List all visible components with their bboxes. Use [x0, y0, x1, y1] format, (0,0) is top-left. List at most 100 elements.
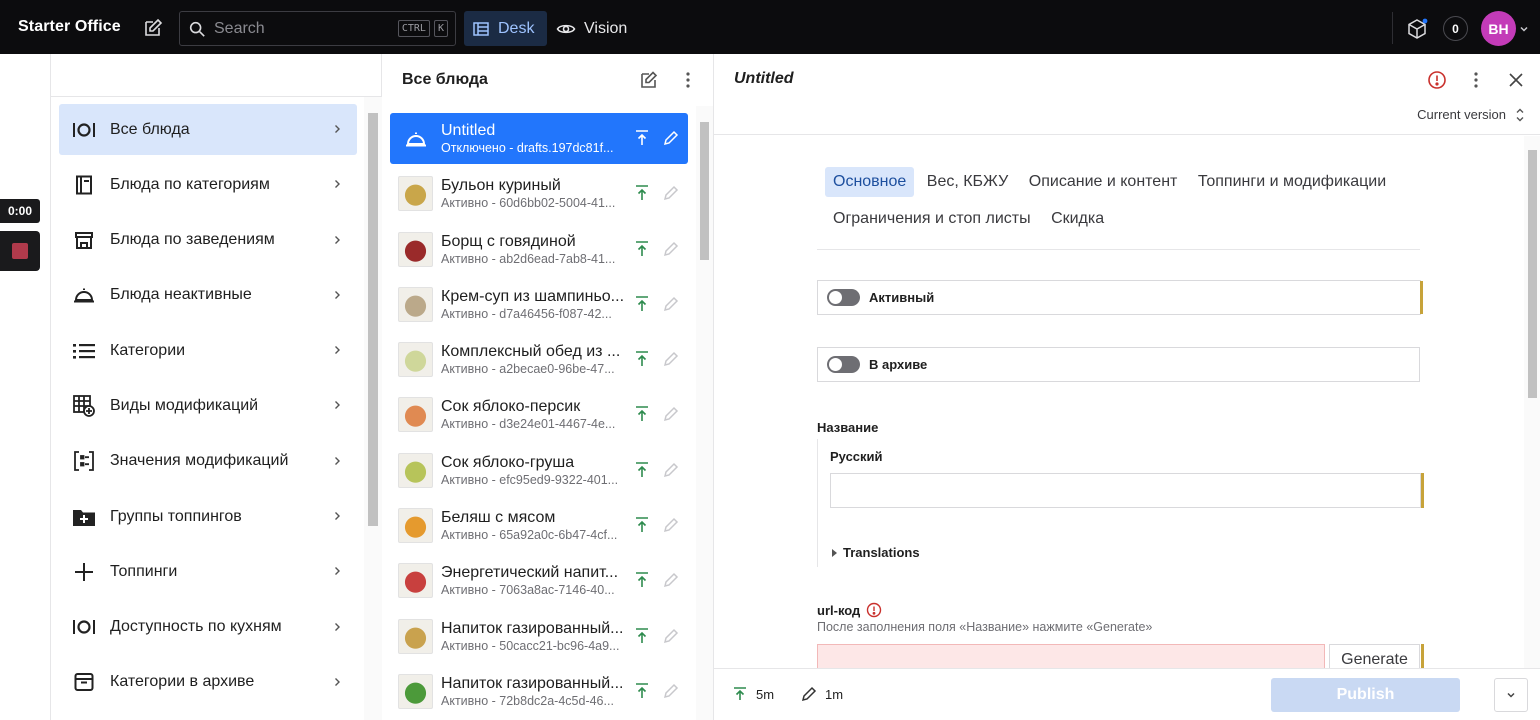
brand-title[interactable]: Starter Office	[18, 18, 121, 36]
archive-toggle[interactable]	[827, 356, 860, 373]
tab-discount[interactable]: Скидка	[1043, 204, 1112, 234]
url-label-text: url-код	[817, 602, 861, 618]
editor-scrollbar[interactable]	[1524, 136, 1540, 668]
document-item[interactable]: Сок яблоко-груша Активно - efc95ed9-9322-…	[390, 445, 688, 496]
validation-warning-icon[interactable]	[1427, 70, 1447, 95]
version-selector[interactable]: Current version	[1417, 107, 1506, 122]
pencil-icon	[663, 240, 679, 263]
document-status: Активно - d7a46456-f087-42...	[441, 306, 612, 321]
url-input[interactable]	[817, 644, 1325, 670]
pencil-icon	[663, 350, 679, 373]
tab-basic[interactable]: Основное	[825, 167, 915, 197]
nav-item-categories[interactable]: Категории	[59, 325, 357, 376]
published-icon	[634, 129, 650, 152]
nav-item-topping-groups[interactable]: Группы топпингов	[59, 491, 357, 542]
document-item[interactable]: Комплексный обед из ... Активно - a2becae…	[390, 334, 688, 385]
divider	[1392, 12, 1393, 44]
tool-vision[interactable]: Vision	[556, 11, 627, 46]
chevron-right-icon	[335, 346, 340, 355]
chevron-right-icon	[335, 512, 340, 521]
scrollbar-thumb[interactable]	[368, 113, 378, 526]
tab-restrictions[interactable]: Ограничения и стоп листы	[825, 204, 1039, 234]
shortcut-key: K	[433, 20, 448, 37]
tab-toppings[interactable]: Топпинги и модификации	[1190, 167, 1394, 197]
document-list-scrollbar[interactable]	[696, 106, 713, 720]
nav-item-all-dishes[interactable]: Все блюда	[59, 104, 357, 155]
document-status: Активно - ab2d6ead-7ab8-41...	[441, 251, 616, 266]
avatar[interactable]: BH	[1481, 11, 1516, 46]
chevron-right-icon	[335, 567, 340, 576]
scrollbar-thumb[interactable]	[700, 122, 709, 260]
close-icon[interactable]	[1506, 70, 1526, 95]
pencil-icon	[663, 516, 679, 539]
divider	[817, 439, 818, 567]
validation-warning-icon[interactable]	[866, 602, 882, 618]
scrollbar-thumb[interactable]	[1528, 150, 1537, 398]
published-icon	[634, 571, 650, 594]
create-document-icon[interactable]	[639, 70, 659, 95]
active-field: Активный	[817, 280, 1423, 315]
nav-item-inactive-dishes[interactable]: Блюда неактивные	[59, 270, 357, 321]
nav-item-modification-types[interactable]: Виды модификаций	[59, 380, 357, 431]
nav-item-modification-values[interactable]: Значения модификаций	[59, 436, 357, 487]
tab-weight-nutrition[interactable]: Вес, КБЖУ	[919, 167, 1017, 197]
document-title: Untitled	[734, 70, 794, 87]
search-box[interactable]: CTRL K	[179, 11, 456, 46]
published-icon	[634, 295, 650, 318]
document-item-text: Комплексный обед из ... Активно - a2becae…	[441, 342, 627, 377]
chevron-updown-icon[interactable]	[1514, 106, 1526, 129]
nav-item-dishes-by-category[interactable]: Блюда по категориям	[59, 159, 357, 210]
package-icon[interactable]	[1405, 17, 1429, 46]
pencil-icon	[663, 295, 679, 318]
document-title: Untitled	[441, 122, 496, 139]
tab-description[interactable]: Описание и контент	[1021, 167, 1186, 197]
tool-desk[interactable]: Desk	[464, 11, 547, 46]
name-input[interactable]	[830, 473, 1421, 508]
more-options-icon[interactable]	[1466, 70, 1486, 95]
document-item[interactable]: Беляш с мясом Активно - 65a92a0c-6b47-4cf…	[390, 500, 688, 551]
chevron-right-icon	[335, 677, 340, 686]
nav-item-archived-categories[interactable]: Категории в архиве	[59, 657, 357, 708]
folder-add-icon	[73, 506, 95, 528]
document-title: Сок яблоко-груша	[441, 453, 575, 471]
stop-recording-button[interactable]	[0, 231, 40, 271]
shortcut-key: CTRL	[397, 20, 430, 37]
structure-scrollbar[interactable]	[364, 97, 382, 720]
notification-count[interactable]: 0	[1443, 16, 1468, 41]
nav-item-dishes-by-venue[interactable]: Блюда по заведениям	[59, 215, 357, 266]
document-item[interactable]: Крем-суп из шампиньо... Активно - d7a4645…	[390, 279, 688, 330]
nav-item-label: Категории	[110, 341, 186, 359]
publish-menu-button[interactable]	[1494, 678, 1528, 712]
publish-button[interactable]: Publish	[1271, 678, 1460, 712]
document-item[interactable]: Сок яблоко-персик Активно - d3e24e01-4467…	[390, 389, 688, 440]
more-options-icon[interactable]	[678, 70, 698, 95]
nav-item-toppings[interactable]: Топпинги	[59, 546, 357, 597]
structure-list: Все блюда Блюда по категориям Блюда по з…	[59, 104, 357, 712]
document-item[interactable]: Напиток газированный... Активно - 50cacc2…	[390, 611, 688, 662]
dish-thumbnail	[398, 397, 433, 433]
edited-ago: 1m	[825, 686, 844, 702]
editor-header: Untitled Current version	[714, 54, 1540, 135]
published-ago: 5m	[756, 686, 775, 702]
chevron-right-icon	[335, 290, 340, 299]
document-item[interactable]: Борщ с говядиной Активно - ab2d6ead-7ab8-…	[390, 224, 688, 275]
chevron-down-icon[interactable]	[1518, 22, 1530, 40]
generate-button[interactable]: Generate	[1329, 644, 1420, 670]
document-list: Untitled Отключено - drafts.197dc81f... Бу…	[390, 113, 688, 720]
dish-thumbnail	[398, 508, 433, 544]
compose-icon[interactable]	[141, 16, 165, 40]
document-item[interactable]: Напиток газированный... Активно - 72b8dc2…	[390, 666, 688, 717]
nav-item-kitchen-availability[interactable]: Доступность по кухням	[59, 602, 357, 653]
document-status: Активно - 60d6bb02-5004-41...	[441, 196, 616, 211]
search-input[interactable]	[214, 19, 384, 38]
pencil-icon	[801, 686, 817, 702]
structure-header	[51, 54, 381, 97]
document-item-text: Крем-суп из шампиньо... Активно - d7a4645…	[441, 287, 627, 322]
document-item[interactable]: Бульон куриный Активно - 60d6bb02-5004-41…	[390, 168, 688, 219]
active-toggle[interactable]	[827, 289, 860, 306]
translations-toggle[interactable]: Translations	[832, 545, 920, 560]
document-item[interactable]: Untitled Отключено - drafts.197dc81f...	[390, 113, 688, 164]
archive-icon	[73, 671, 95, 693]
document-item-text: Беляш с мясом Активно - 65a92a0c-6b47-4cf…	[441, 508, 627, 543]
document-item[interactable]: Энергетический напит... Активно - 7063a8a…	[390, 555, 688, 606]
